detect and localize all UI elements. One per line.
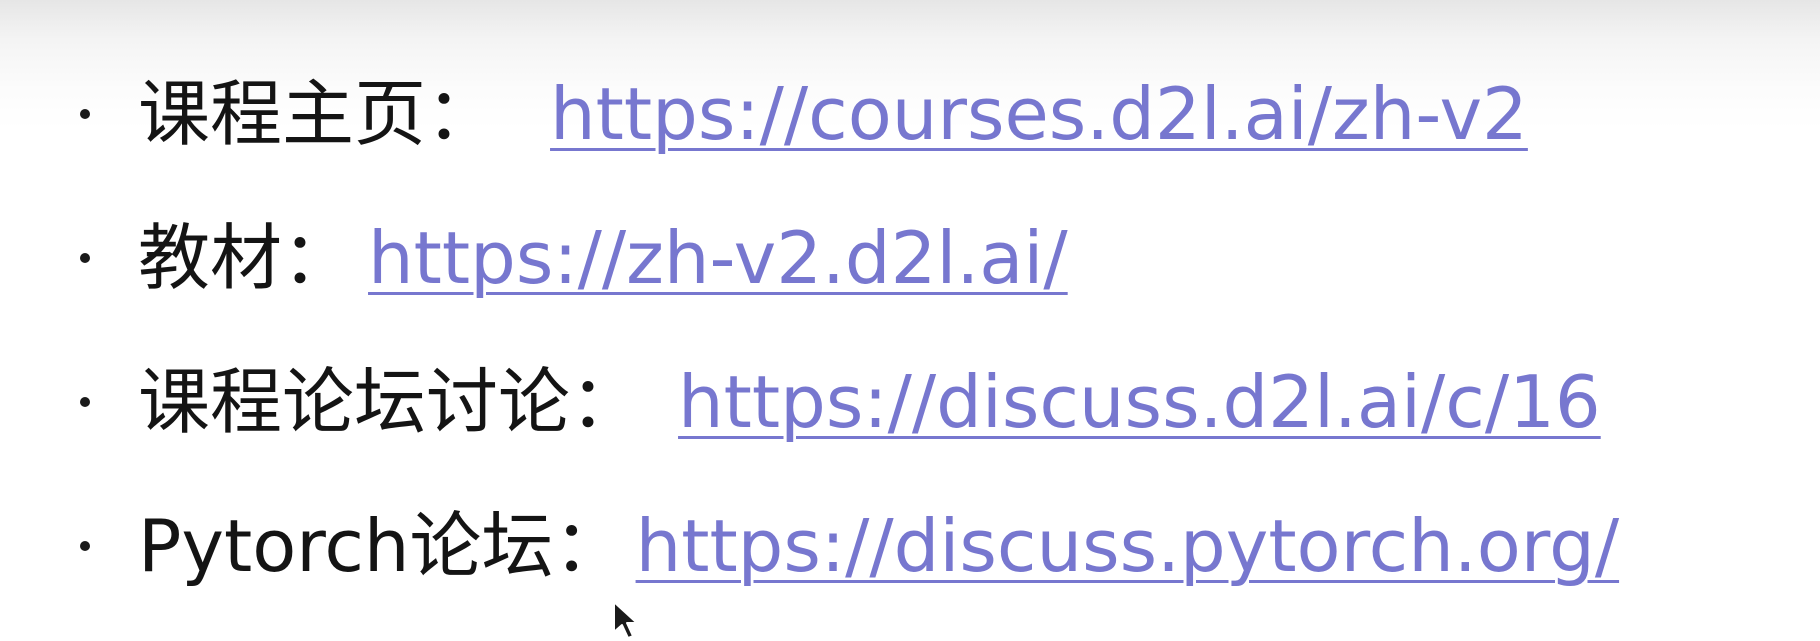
course-forum-link[interactable]: https://discuss.d2l.ai/c/16 (678, 366, 1601, 438)
list-item-course-forum: 课程论坛讨论 ： https://discuss.d2l.ai/c/16 (80, 366, 1601, 438)
bullet-icon (80, 397, 90, 407)
list-item-course-homepage: 课程主页 ： https://courses.d2l.ai/zh-v2 (80, 78, 1528, 150)
colon-separator: ： (553, 504, 626, 588)
bullet-icon (80, 109, 90, 119)
bullet-icon (80, 541, 90, 551)
colon-separator: ： (570, 360, 643, 444)
textbook-link[interactable]: https://zh-v2.d2l.ai/ (368, 222, 1068, 294)
colon-separator: ： (426, 72, 499, 156)
slide: 课程主页 ： https://courses.d2l.ai/zh-v2 教材 ：… (0, 0, 1820, 641)
course-forum-label: 课程论坛讨论 (138, 360, 571, 444)
bullet-icon (80, 253, 90, 263)
colon-separator: ： (282, 216, 355, 300)
course-homepage-label: 课程主页 (138, 72, 427, 156)
textbook-label: 教材 (138, 216, 283, 300)
pytorch-forum-label: Pytorch论坛 (138, 504, 554, 588)
course-homepage-link[interactable]: https://courses.d2l.ai/zh-v2 (550, 78, 1528, 150)
list-item-pytorch-forum: Pytorch论坛 ： https://discuss.pytorch.org/ (80, 510, 1619, 582)
list-item-textbook: 教材 ： https://zh-v2.d2l.ai/ (80, 222, 1068, 294)
pytorch-forum-link[interactable]: https://discuss.pytorch.org/ (636, 510, 1620, 582)
